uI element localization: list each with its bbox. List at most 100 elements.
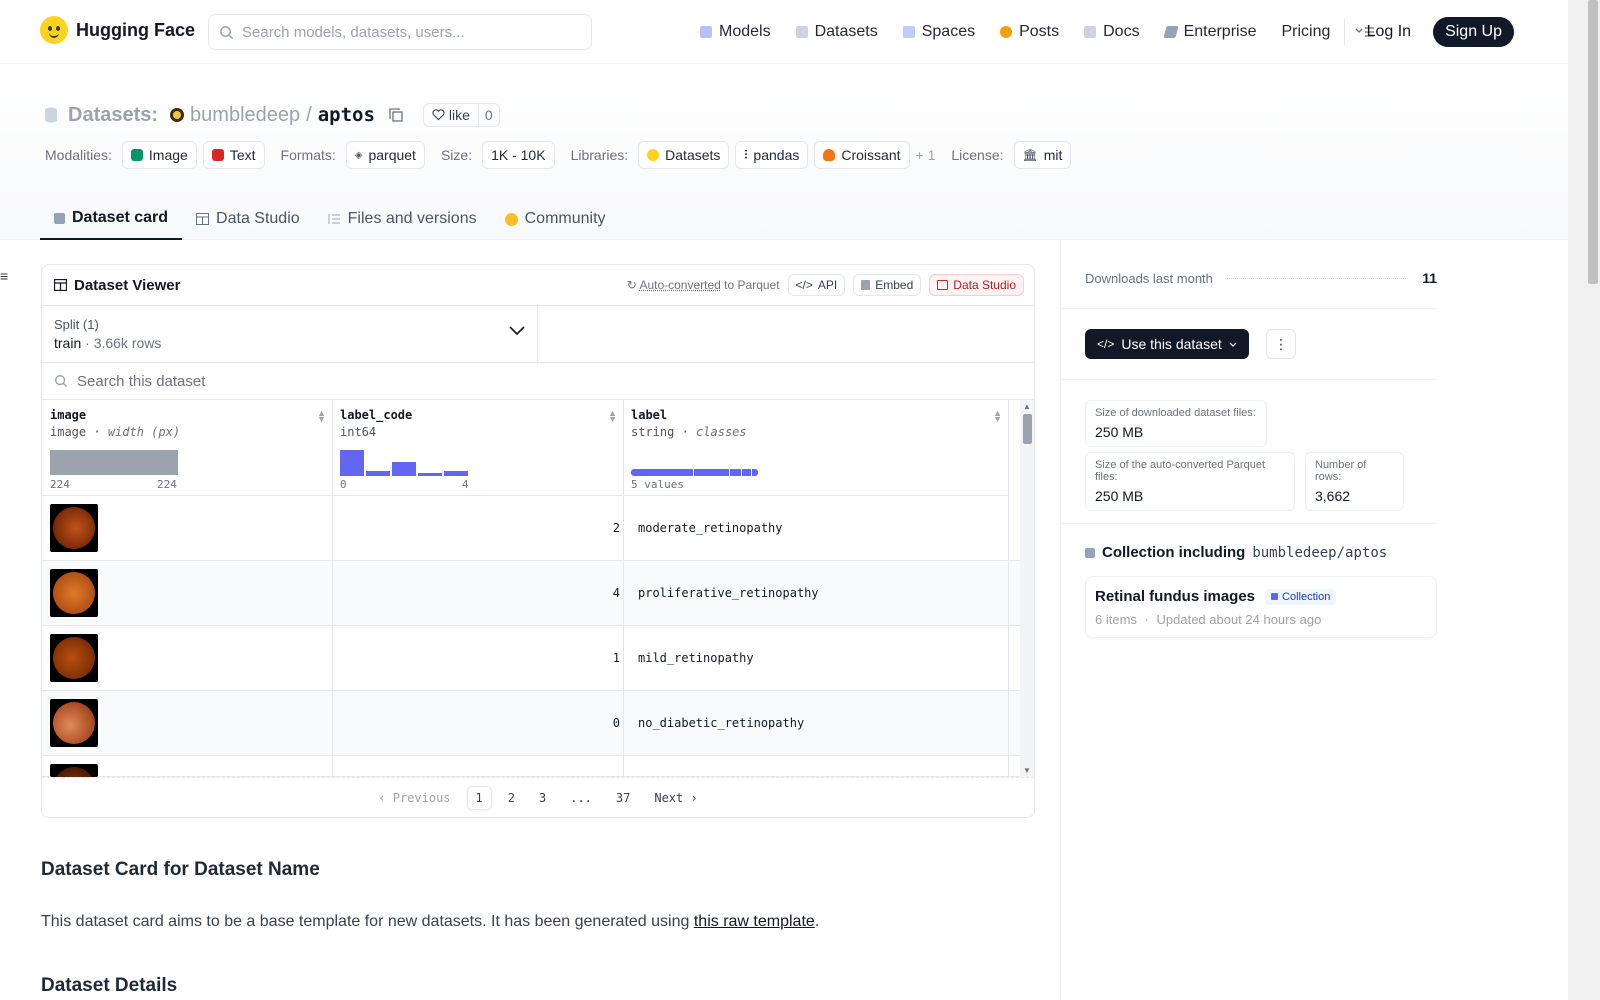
refresh-icon: ↻ — [626, 278, 637, 292]
use-this-dataset-button[interactable]: </> Use this dataset — [1085, 329, 1249, 359]
grid-scroll-thumb[interactable] — [1023, 414, 1032, 444]
column-divider — [623, 400, 624, 777]
page-1-button[interactable]: 1 — [466, 785, 492, 810]
previous-label: Previous — [392, 790, 451, 805]
fundus-image-thumbnail[interactable] — [50, 634, 98, 682]
like-button[interactable]: like 0 — [422, 103, 500, 127]
global-search[interactable] — [208, 14, 592, 50]
nav-posts[interactable]: Posts — [1000, 23, 1059, 41]
tag-library-croissant[interactable]: Croissant — [814, 141, 910, 169]
nav-spaces[interactable]: Spaces — [902, 23, 975, 41]
nav-enterprise[interactable]: Enterprise — [1162, 23, 1256, 41]
more-options-button[interactable]: ⋮ — [1266, 329, 1296, 359]
fundus-image-thumbnail[interactable] — [50, 569, 98, 617]
table-row[interactable]: 0 no_diabetic_retinopathy — [42, 691, 1020, 756]
copy-icon[interactable] — [389, 108, 403, 122]
histogram-bar — [444, 471, 468, 476]
split-selector-row: Split (1) train · 3.66k rows — [42, 306, 1034, 363]
logo[interactable]: Hugging Face — [40, 16, 195, 44]
code-icon: </> — [795, 278, 813, 292]
tab-community[interactable]: Community — [491, 198, 620, 240]
tab-dataset-card[interactable]: Dataset card — [40, 198, 183, 240]
heart-icon — [432, 109, 445, 121]
next-page-button[interactable]: Next › — [646, 787, 705, 809]
book-icon — [1084, 26, 1097, 38]
tab-data-studio[interactable]: Data Studio — [182, 198, 314, 240]
card-intro-text: This dataset card aims to be a base temp… — [41, 913, 694, 930]
login-button[interactable]: Log In — [1361, 23, 1417, 41]
dataset-search-input[interactable] — [77, 372, 677, 390]
page-2-button[interactable]: 2 — [500, 787, 523, 809]
scroll-up-icon[interactable]: ▲ — [1023, 402, 1031, 411]
sort-icon[interactable]: ▲ ▼ — [317, 409, 326, 424]
toc-toggle-icon[interactable]: ≡ — [0, 268, 8, 284]
table-row[interactable]: 4 proliferative_retinopathy — [42, 561, 1020, 626]
bank-icon: 🏛 — [1022, 148, 1038, 162]
nav-pricing[interactable]: Pricing — [1281, 23, 1330, 41]
collection-card[interactable]: Retinal fundus images Collection 6 items… — [1085, 576, 1437, 638]
split-dot: · — [85, 335, 90, 351]
class-segment — [694, 469, 729, 476]
like-label: like — [448, 107, 470, 123]
tag-size[interactable]: 1K - 10K — [482, 141, 555, 169]
fundus-image-thumbnail[interactable] — [50, 504, 98, 552]
nav-datasets[interactable]: Datasets — [795, 23, 878, 41]
table-row[interactable] — [42, 756, 1020, 777]
table-row[interactable]: 2 moderate_retinopathy — [42, 496, 1020, 561]
collection-icon — [1271, 593, 1279, 600]
fundus-image-thumbnail[interactable] — [50, 699, 98, 747]
column-stat: width (px) — [107, 425, 181, 439]
modalities-label: Modalities: — [45, 147, 112, 163]
parquet-size-stat: Size of the auto-converted Parquet files… — [1085, 452, 1295, 511]
collection-meta: 6 items · Updated about 24 hours ago — [1095, 612, 1427, 627]
page-scroll-thumb[interactable] — [1588, 0, 1598, 284]
page-3-button[interactable]: 3 — [531, 787, 554, 809]
card-heading: Dataset Card for Dataset Name — [41, 859, 320, 880]
table-row[interactable]: 1 mild_retinopathy — [42, 626, 1020, 691]
collection-card-title: Retinal fundus images Collection — [1095, 588, 1427, 605]
more-libraries[interactable]: + 1 — [916, 147, 936, 163]
api-label: API — [817, 278, 838, 292]
breadcrumb-repo-name[interactable]: aptos — [318, 104, 375, 126]
search-icon — [55, 375, 68, 388]
tag-format-parquet[interactable]: ◈ parquet — [345, 141, 425, 169]
tag-library-pandas[interactable]: ⫶ pandas — [735, 141, 809, 169]
signup-button[interactable]: Sign Up — [1433, 17, 1514, 47]
split-label: Split (1) — [54, 317, 99, 332]
scroll-down-icon[interactable]: ▼ — [1023, 766, 1031, 775]
tag-license[interactable]: 🏛 mit — [1013, 141, 1072, 169]
tags-row: Modalities: Image Text Formats: ◈ parquet… — [45, 141, 1072, 169]
page-37-button[interactable]: 37 — [608, 787, 638, 809]
class-segment — [631, 469, 693, 476]
dataset-search[interactable] — [42, 363, 1034, 400]
grid-scrollbar[interactable]: ▲ ▼ — [1020, 400, 1034, 777]
sort-icon[interactable]: ▲ ▼ — [993, 409, 1002, 424]
column-header-image[interactable]: image image · width (px) ▲ ▼ 224 224 — [42, 400, 332, 496]
page-scrollbar[interactable] — [1568, 0, 1600, 1000]
api-button[interactable]: </> API — [787, 274, 846, 296]
global-search-input[interactable] — [242, 23, 562, 41]
tag-library-datasets[interactable]: Datasets — [638, 141, 730, 169]
embed-button[interactable]: Embed — [853, 274, 922, 296]
raw-template-link[interactable]: this raw template — [694, 913, 815, 930]
tag-modality-text[interactable]: Text — [202, 141, 265, 169]
label-code-cell: 4 — [612, 586, 620, 600]
fundus-image-thumbnail[interactable] — [50, 764, 98, 777]
data-studio-label: Data Studio — [953, 278, 1016, 292]
split-selector[interactable]: Split (1) train · 3.66k rows — [42, 306, 538, 362]
enterprise-icon — [1162, 26, 1179, 38]
data-studio-button[interactable]: Data Studio — [929, 274, 1024, 296]
breadcrumb-section[interactable]: Datasets: — [68, 104, 158, 127]
column-header-label-code[interactable]: label_code int64 ▲ ▼ 0 4 — [332, 400, 623, 496]
sort-icon[interactable]: ▲ ▼ — [608, 409, 617, 424]
column-header-label[interactable]: label string · classes ▲ ▼ 5 values — [623, 400, 1008, 496]
breadcrumb-owner[interactable]: bumbledeep — [190, 104, 300, 127]
tab-files-and-versions[interactable]: Files and versions — [314, 198, 491, 240]
viewer-title: Dataset Viewer — [54, 277, 180, 294]
nav-models[interactable]: Models — [700, 23, 771, 41]
previous-page-button[interactable]: ‹ Previous — [370, 787, 458, 809]
nav-docs[interactable]: Docs — [1084, 23, 1140, 41]
auto-converted-note[interactable]: ↻ Auto-converted to Parquet — [627, 278, 780, 292]
tag-modality-image[interactable]: Image — [121, 141, 197, 169]
class-segment — [752, 469, 758, 476]
